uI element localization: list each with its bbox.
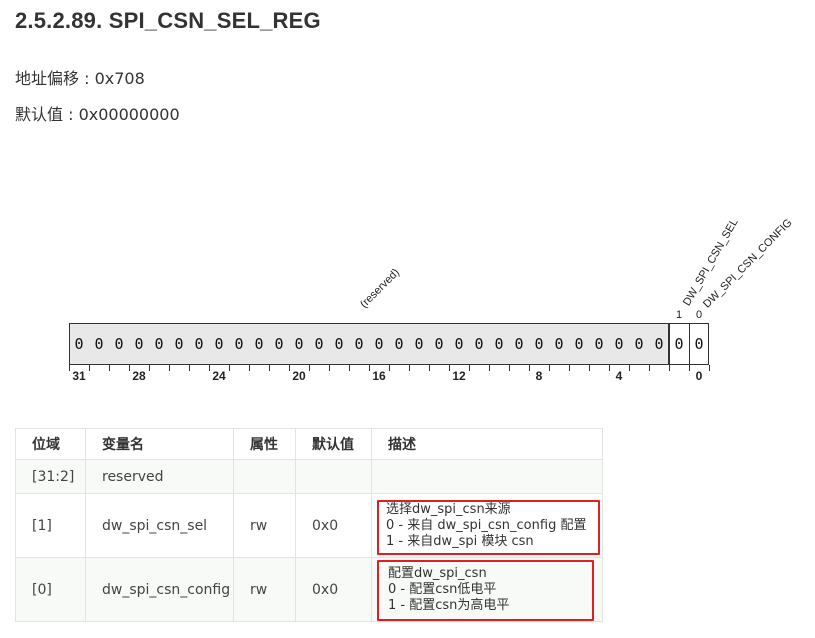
default-cell: 0x0 [295, 557, 372, 622]
bit-5-value: 0 [594, 335, 604, 353]
bit-11-value: 0 [474, 335, 484, 353]
col-default-header: 默认值 [295, 428, 372, 460]
bit-25-value: 0 [194, 335, 204, 353]
bit-tick [569, 365, 570, 371]
bit-tick [249, 365, 250, 371]
bit-tick [349, 365, 350, 371]
bit-8-value: 0 [534, 335, 544, 353]
bit-4-value: 0 [614, 335, 624, 353]
bit-tick [549, 365, 550, 371]
bits-cell: [0] [15, 557, 86, 622]
bit-tick [409, 365, 410, 371]
bit-24-value: 0 [214, 335, 224, 353]
bit-23-value: 0 [234, 335, 244, 353]
bit-17-value: 0 [354, 335, 364, 353]
bits-cell: [1] [15, 493, 86, 558]
bit-28-value: 0 [134, 335, 144, 353]
attr-cell: rw [233, 557, 296, 622]
col-bits-header: 位域 [15, 428, 86, 460]
col-attr-header: 属性 [233, 428, 296, 460]
bit-14-value: 0 [414, 335, 424, 353]
bit-tick [109, 365, 110, 371]
bit-tick [649, 365, 650, 371]
bit-number-8: 8 [535, 369, 543, 383]
bits-cell: [31:2] [15, 459, 86, 494]
bit-29-value: 0 [114, 335, 124, 353]
bit-2-value: 0 [654, 335, 664, 353]
name-cell: dw_spi_csn_config [85, 557, 234, 622]
bit-1-value: 0 [674, 335, 684, 353]
bit-26-value: 0 [174, 335, 184, 353]
bit-tick [329, 365, 330, 371]
bit-number-0: 0 [695, 369, 703, 383]
bit-tick [229, 365, 230, 371]
bit-tick [149, 365, 150, 371]
bit-19-value: 0 [314, 335, 324, 353]
bit-7-value: 0 [554, 335, 564, 353]
bit-16-value: 0 [374, 335, 384, 353]
bit-tick [469, 365, 470, 371]
bit-tick [389, 365, 390, 371]
bit-tick [589, 365, 590, 371]
field1-bitpos: 1 [676, 309, 683, 321]
bit-number-12: 12 [452, 369, 466, 383]
bit-number-16: 16 [372, 369, 386, 383]
bit-12-value: 0 [454, 335, 464, 353]
bit-30-value: 0 [94, 335, 104, 353]
bit-number-31: 31 [72, 369, 86, 383]
bit-31-value: 0 [74, 335, 84, 353]
default-cell: 0x0 [295, 493, 372, 558]
bit-tick [89, 365, 90, 371]
bit-number-20: 20 [292, 369, 306, 383]
bit-13-value: 0 [434, 335, 444, 353]
bit-tick [269, 365, 270, 371]
bit-tick [629, 365, 630, 371]
bit-number-28: 28 [132, 369, 146, 383]
name-cell: dw_spi_csn_sel [85, 493, 234, 558]
bit-number-4: 4 [615, 369, 623, 383]
bit-20-value: 0 [294, 335, 304, 353]
highlight-box-csn-sel [377, 500, 600, 555]
bit-27-value: 0 [154, 335, 164, 353]
bit-tick [189, 365, 190, 371]
bit-22-value: 0 [254, 335, 264, 353]
col-desc-header: 描述 [371, 428, 603, 460]
table-header-row: 位域 变量名 属性 默认值 描述 [15, 428, 603, 460]
field0-bitpos: 0 [696, 309, 703, 321]
bit-tick [709, 365, 710, 371]
bit-21-value: 0 [274, 335, 284, 353]
bit-15-value: 0 [394, 335, 404, 353]
bit-number-24: 24 [212, 369, 226, 383]
bit-9-value: 0 [514, 335, 524, 353]
bit-tick [489, 365, 490, 371]
col-name-header: 变量名 [85, 428, 234, 460]
bit-6-value: 0 [574, 335, 584, 353]
bit-3-value: 0 [634, 335, 644, 353]
highlight-box-csn-config [377, 560, 594, 621]
table-row: [31:2] reserved [15, 459, 603, 494]
name-cell: reserved [85, 459, 234, 494]
page-title: 2.5.2.89. SPI_CSN_SEL_REG [15, 8, 321, 33]
reserved-label: (reserved) [358, 266, 402, 311]
bit-tick [509, 365, 510, 371]
attr-cell [233, 459, 296, 494]
bit-tick [669, 365, 670, 371]
desc-cell [371, 459, 603, 494]
bit-tick [169, 365, 170, 371]
default-value: 默认值 : 0x00000000 [15, 105, 180, 124]
bit-tick [309, 365, 310, 371]
bit-18-value: 0 [334, 335, 344, 353]
bit-10-value: 0 [494, 335, 504, 353]
bit-tick [429, 365, 430, 371]
address-offset: 地址偏移 : 0x708 [15, 69, 145, 88]
default-cell [295, 459, 372, 494]
attr-cell: rw [233, 493, 296, 558]
bit-0-value: 0 [694, 335, 704, 353]
